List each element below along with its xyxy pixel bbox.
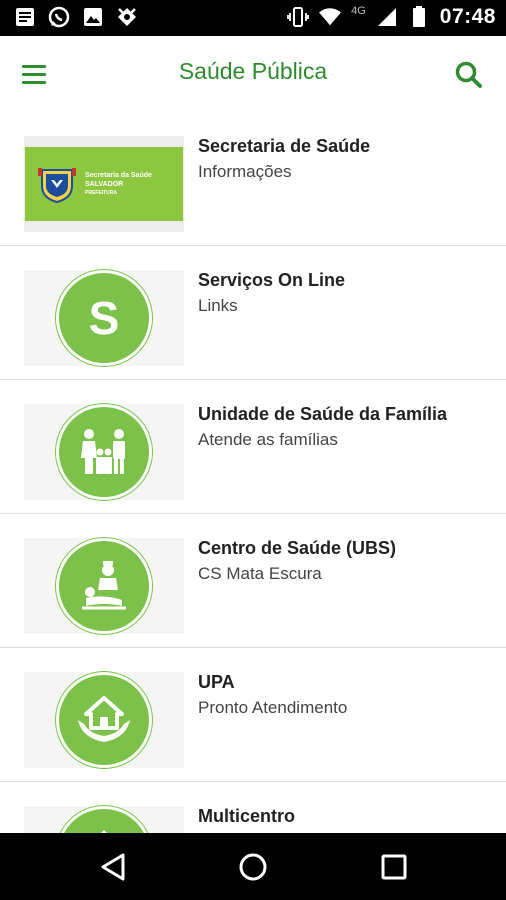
- doctor-patient-icon: [56, 538, 152, 634]
- page-title: Saúde Pública: [178, 58, 328, 84]
- item-subtitle: Pronto Atendimento: [198, 698, 348, 717]
- app-bar: Saúde Pública: [0, 36, 506, 112]
- unidade-thumbnail: [24, 404, 184, 500]
- letter-s-icon: S: [56, 270, 152, 366]
- clock: 07:48: [439, 5, 496, 28]
- recents-icon[interactable]: [378, 851, 410, 883]
- battery-icon: [408, 6, 430, 28]
- item-subtitle: Links: [198, 296, 238, 315]
- upa-thumbnail: [24, 672, 184, 768]
- banner-line-1: Secretaria da Saúde: [85, 171, 152, 179]
- list-item-unidade-familia[interactable]: Unidade de Saúde da Família Atende as fa…: [0, 380, 506, 514]
- navigation-bar: [0, 833, 506, 900]
- list-item-centro-saude[interactable]: Centro de Saúde (UBS) CS Mata Escura: [0, 514, 506, 648]
- network-type: 4G: [351, 5, 366, 17]
- image-icon: [82, 6, 104, 28]
- notification-icons: [14, 6, 138, 28]
- home-icon[interactable]: [237, 851, 269, 883]
- menu-list: Secretaria da Saúde SALVADOR PREFEITURA …: [0, 112, 506, 833]
- multicentro-thumbnail: [24, 806, 184, 833]
- item-title: Secretaria de Saúde: [198, 136, 371, 156]
- item-subtitle: Informações: [198, 162, 292, 181]
- banner-line-3: PREFEITURA: [85, 189, 117, 196]
- item-subtitle: Atende as famílias: [198, 430, 338, 449]
- coat-of-arms-icon: [38, 168, 76, 204]
- icon-letter: S: [88, 292, 120, 344]
- multicentro-icon: [56, 806, 152, 833]
- servicos-thumbnail: S: [24, 270, 184, 366]
- app-icon: [116, 6, 138, 28]
- house-in-hands-icon: [56, 672, 152, 768]
- item-title: Unidade de Saúde da Família: [198, 404, 448, 424]
- secretaria-thumbnail: Secretaria da Saúde SALVADOR PREFEITURA: [24, 136, 184, 232]
- message-icon: [14, 6, 36, 28]
- whatsapp-icon: [48, 6, 70, 28]
- list-item-upa[interactable]: UPA Pronto Atendimento: [0, 648, 506, 782]
- list-item-servicos[interactable]: S Serviços On Line Links: [0, 246, 506, 380]
- list-item-multicentro[interactable]: Multicentro: [0, 782, 506, 833]
- back-icon[interactable]: [97, 851, 129, 883]
- search-icon[interactable]: [452, 58, 486, 92]
- system-icons: 4G 07:48: [287, 5, 496, 29]
- item-title: Multicentro: [198, 806, 295, 826]
- wifi-icon: [319, 6, 342, 28]
- item-title: Centro de Saúde (UBS): [198, 538, 397, 558]
- item-title: Serviços On Line: [198, 270, 346, 290]
- banner-line-2: SALVADOR: [85, 180, 124, 188]
- family-icon: [56, 404, 152, 500]
- item-subtitle: CS Mata Escura: [198, 564, 322, 583]
- secretaria-banner-logo: Secretaria da Saúde SALVADOR PREFEITURA: [25, 147, 183, 221]
- list-item-secretaria[interactable]: Secretaria da Saúde SALVADOR PREFEITURA …: [0, 112, 506, 246]
- centro-thumbnail: [24, 538, 184, 634]
- item-title: UPA: [198, 672, 235, 692]
- signal-icon: [376, 6, 398, 28]
- status-bar: 4G 07:48: [0, 0, 506, 36]
- vibrate-icon: [287, 6, 309, 28]
